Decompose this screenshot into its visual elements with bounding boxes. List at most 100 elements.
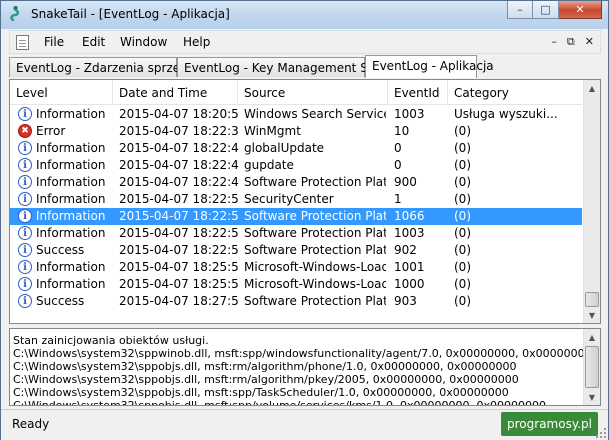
column-level[interactable]: Level [10, 80, 113, 104]
tab-zdarzenia-sprzetowe[interactable]: EventLog - Zdarzenia sprzętowe [9, 57, 209, 77]
cell-eventid: 900 [394, 175, 417, 189]
menu-window[interactable]: Window [120, 35, 167, 49]
scroll-thumb[interactable] [585, 346, 599, 388]
column-eventid[interactable]: EventId [388, 80, 448, 104]
table-row[interactable]: i Information 2015-04-07 18:22:54 Software … [10, 225, 582, 242]
cell-level: Information [36, 158, 106, 172]
cell-source: Microsoft-Windows-LoadPerf [244, 260, 386, 274]
close-button[interactable]: ✕ [559, 1, 602, 19]
menu-file[interactable]: File [44, 35, 64, 49]
cell-eventid: 1 [394, 192, 402, 206]
table-row[interactable]: ✖ Error 2015-04-07 18:22:34 WinMgmt 10 (0) [10, 123, 582, 140]
cell-level: Success [36, 294, 85, 308]
list-vertical-scrollbar[interactable]: ▲ ▼ [583, 80, 600, 323]
column-date-time[interactable]: Date and Time [113, 80, 238, 104]
maximize-button[interactable]: □ [533, 1, 559, 19]
table-row[interactable]: i Information 2015-04-07 18:22:53 SecurityC… [10, 191, 582, 208]
menu-edit[interactable]: Edit [82, 35, 105, 49]
table-row[interactable]: i Information 2015-04-07 18:22:49 Software … [10, 174, 582, 191]
cell-source: Windows Search Service [244, 107, 386, 121]
message-vertical-scrollbar[interactable]: ▲ ▼ [583, 329, 600, 405]
column-label: Date and Time [119, 86, 208, 100]
cell-category: (0) [454, 175, 471, 189]
cell-level: Information [36, 209, 106, 223]
cell-datetime: 2015-04-07 18:22:48 [119, 158, 239, 172]
scroll-thumb[interactable] [585, 292, 599, 307]
cell-level: Information [36, 107, 106, 121]
resize-grip-icon[interactable] [596, 428, 606, 438]
table-row[interactable]: i Information 2015-04-07 18:25:57 Microsoft… [10, 259, 582, 276]
status-text: Ready [12, 417, 50, 431]
cell-eventid: 1003 [394, 107, 425, 121]
cell-datetime: 2015-04-07 18:22:48 [119, 141, 239, 155]
scroll-up-icon[interactable]: ▲ [584, 80, 600, 96]
caption-buttons: – □ ✕ [507, 1, 602, 21]
menu-bar: File Edit Window Help – ⧉ ✕ [9, 30, 601, 54]
mdi-buttons: – ⧉ ✕ [551, 35, 594, 49]
cell-category: (0) [454, 294, 471, 308]
column-label: Level [16, 86, 48, 100]
cell-category: (0) [454, 226, 471, 240]
table-row[interactable]: i Information 2015-04-07 18:25:57 Microsoft… [10, 276, 582, 293]
table-row[interactable]: i Information 2015-04-07 18:22:54 Software … [10, 208, 582, 225]
event-list[interactable]: Level Date and Time Source EventId Categ… [9, 79, 601, 324]
cell-source: Software Protection Platfor... [244, 243, 386, 257]
success-icon: i [18, 243, 32, 257]
title-bar[interactable]: SnakeTail - [EventLog - Aplikacja] – □ ✕ [1, 1, 608, 29]
mdi-minimize-icon[interactable]: – [551, 35, 557, 49]
column-source[interactable]: Source [238, 80, 388, 104]
minimize-button[interactable]: – [507, 1, 533, 19]
tab-key-management-service[interactable]: EventLog - Key Management Service [177, 57, 405, 77]
cell-source: WinMgmt [244, 124, 301, 138]
cell-datetime: 2015-04-07 18:22:53 [119, 192, 239, 206]
message-line: C:\Windows\system32\sppobjs.dll, msft:sp… [13, 399, 546, 406]
scroll-down-icon[interactable]: ▼ [584, 389, 600, 405]
status-bar: Ready programosy.pl [1, 409, 608, 440]
mdi-close-icon[interactable]: ✕ [585, 35, 594, 49]
message-line: C:\Windows\system32\sppobjs.dll, msft:sp… [13, 386, 509, 399]
scroll-up-icon[interactable]: ▲ [584, 329, 600, 345]
cell-eventid: 0 [394, 141, 402, 155]
close-icon: ✕ [575, 3, 585, 16]
message-line: C:\Windows\system32\sppobjs.dll, msft:rm… [13, 373, 519, 386]
cell-eventid: 902 [394, 243, 417, 257]
cell-category: (0) [454, 141, 471, 155]
tab-aplikacja[interactable]: EventLog - Aplikacja [365, 55, 494, 78]
error-icon: ✖ [18, 124, 32, 138]
menu-help[interactable]: Help [183, 35, 210, 49]
cell-datetime: 2015-04-07 18:25:57 [119, 260, 239, 274]
table-row[interactable]: i Information 2015-04-07 18:22:48 globalUpd… [10, 140, 582, 157]
app-window: SnakeTail - [EventLog - Aplikacja] – □ ✕… [0, 0, 609, 440]
window-title: SnakeTail - [EventLog - Aplikacja] [31, 7, 230, 21]
snake-app-icon [10, 6, 20, 22]
cell-category: (0) [454, 209, 471, 223]
cell-level: Information [36, 260, 106, 274]
cell-level: Information [36, 277, 106, 291]
document-icon[interactable] [16, 35, 29, 50]
tab-label: EventLog - Aplikacja [372, 59, 494, 73]
cell-level: Error [36, 124, 66, 138]
cell-datetime: 2015-04-07 18:22:54 [119, 209, 239, 223]
column-category[interactable]: Category [448, 80, 582, 104]
scroll-down-icon[interactable]: ▼ [584, 307, 600, 323]
cell-source: SecurityCenter [244, 192, 334, 206]
list-header: Level Date and Time Source EventId Categ… [10, 80, 582, 105]
table-row[interactable]: i Information 2015-04-07 18:22:48 gupdate 0 (… [10, 157, 582, 174]
column-label: Source [244, 86, 286, 100]
cell-datetime: 2015-04-07 18:22:34 [119, 124, 239, 138]
cell-eventid: 10 [394, 124, 410, 138]
table-row[interactable]: i Success 2015-04-07 18:27:54 Software Prot… [10, 293, 582, 310]
message-line: Stan zainicjowania obiektów usługi. [13, 334, 209, 347]
cell-level: Information [36, 192, 106, 206]
info-icon: i [18, 260, 32, 274]
event-message-pane[interactable]: Stan zainicjowania obiektów usługi. C:\Wi… [9, 328, 601, 406]
mdi-restore-icon[interactable]: ⧉ [567, 35, 575, 49]
message-line: C:\Windows\system32\sppobjs.dll, msft:rm… [13, 360, 517, 373]
cell-level: Information [36, 141, 106, 155]
table-row[interactable]: i Success 2015-04-07 18:22:54 Software Prot… [10, 242, 582, 259]
cell-source: Software Protection Platfor... [244, 175, 386, 189]
cell-eventid: 1001 [394, 260, 425, 274]
column-label: Category [454, 86, 509, 100]
cell-category: (0) [454, 124, 471, 138]
table-row[interactable]: i Information 2015-04-07 18:20:53 Windows S… [10, 106, 582, 123]
